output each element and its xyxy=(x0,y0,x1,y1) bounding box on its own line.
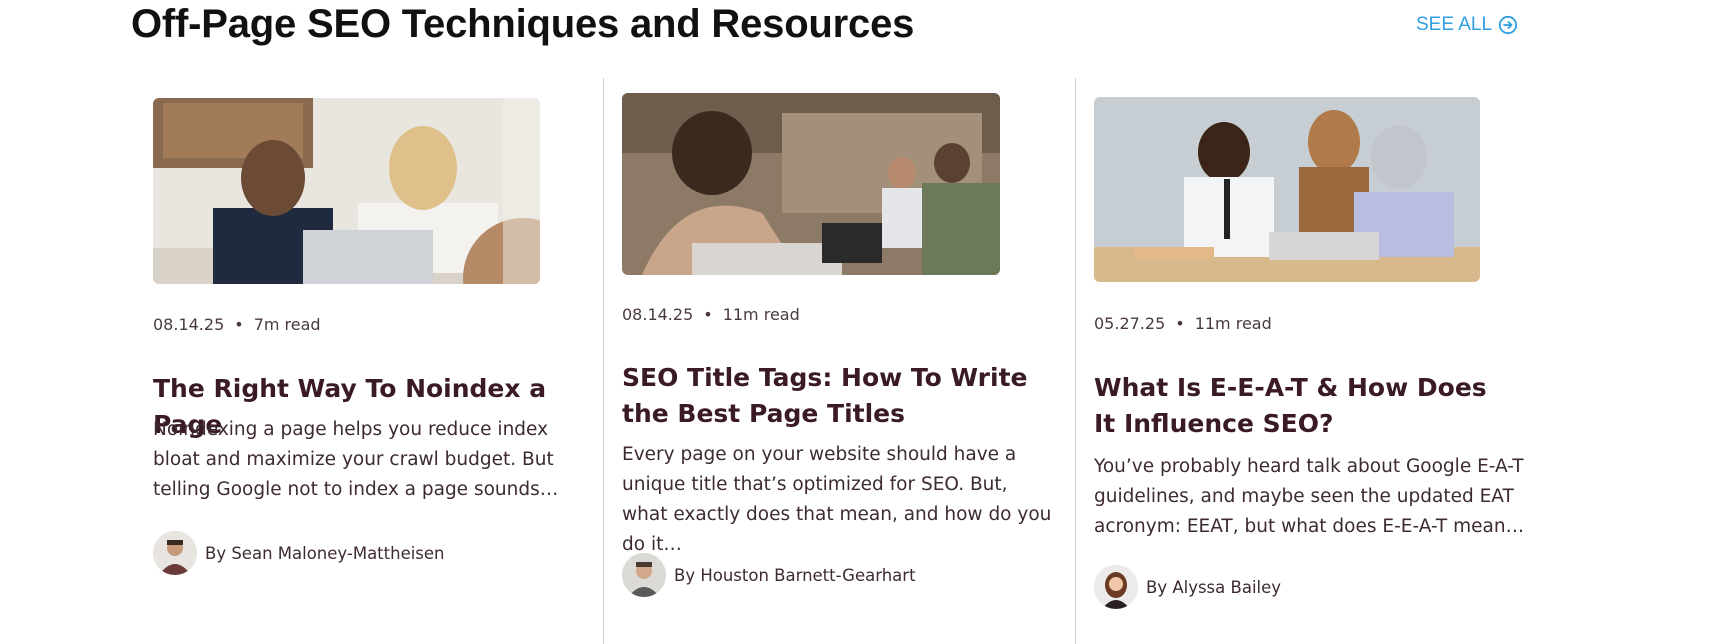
column-divider xyxy=(603,78,604,644)
article-thumbnail[interactable] xyxy=(622,93,1000,275)
article-excerpt: Noindexing a page helps you reduce index… xyxy=(153,419,559,500)
see-all-label: SEE ALL xyxy=(1416,14,1493,35)
article-excerpt: You’ve probably heard talk about Google … xyxy=(1094,456,1525,537)
article-meta: 08.14.25 • 7m read xyxy=(153,315,321,334)
author-link[interactable]: By Sean Maloney-Mattheisen xyxy=(153,531,445,575)
article-title[interactable]: SEO Title Tags: How To Write the Best Pa… xyxy=(622,360,1042,432)
author-avatar xyxy=(153,531,197,575)
meta-separator: • xyxy=(1175,314,1185,333)
author-link[interactable]: By Alyssa Bailey xyxy=(1094,565,1281,609)
read-time: 11m read xyxy=(1194,314,1272,333)
publish-date: 08.14.25 xyxy=(153,315,225,334)
article-meta: 05.27.25 • 11m read xyxy=(1094,314,1272,333)
article-thumbnail[interactable] xyxy=(1094,97,1480,282)
column-divider xyxy=(1075,78,1076,644)
read-time: 11m read xyxy=(722,305,800,324)
see-all-link[interactable]: SEE ALL xyxy=(1416,14,1518,36)
author-name: By Houston Barnett-Gearhart xyxy=(674,565,916,585)
author-avatar xyxy=(1094,565,1138,609)
author-avatar xyxy=(622,553,666,597)
article-meta: 08.14.25 • 11m read xyxy=(622,305,800,324)
article-excerpt: Every page on your website should have a… xyxy=(622,444,1052,555)
article-thumbnail[interactable] xyxy=(153,98,540,284)
read-time: 7m read xyxy=(253,315,321,334)
arrow-circle-right-icon xyxy=(1498,15,1518,35)
publish-date: 05.27.25 xyxy=(1094,314,1166,333)
author-link[interactable]: By Houston Barnett-Gearhart xyxy=(622,553,916,597)
author-name: By Alyssa Bailey xyxy=(1146,577,1282,597)
section-title: Off-Page SEO Techniques and Resources xyxy=(131,2,915,46)
article-title[interactable]: What Is E-E-A-T & How Does It Influence … xyxy=(1094,370,1514,442)
meta-separator: • xyxy=(703,305,713,324)
author-name: By Sean Maloney-Mattheisen xyxy=(205,543,445,563)
publish-date: 08.14.25 xyxy=(622,305,694,324)
meta-separator: • xyxy=(234,315,244,334)
